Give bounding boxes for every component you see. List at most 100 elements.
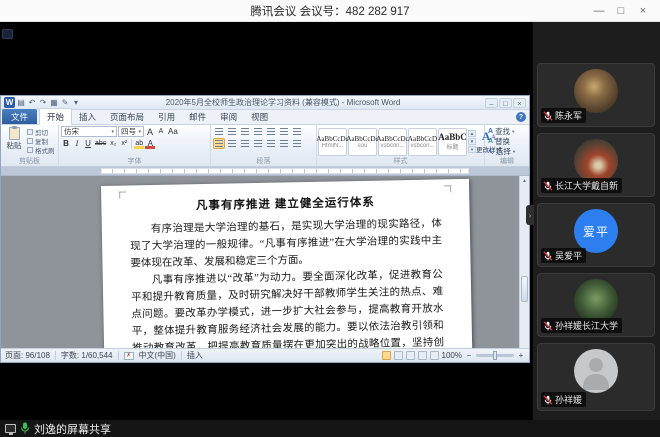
divider — [55, 351, 56, 360]
style-card[interactable]: AaBbC 标题 — [438, 128, 467, 156]
numbering-button[interactable] — [226, 126, 238, 137]
participant-tile[interactable]: 爱平 吴爱平 — [537, 203, 655, 267]
find-button[interactable]: A查找▾ — [488, 127, 529, 136]
gallery-more-icon[interactable]: ▾ — [468, 146, 476, 153]
sidebar-collapse-handle[interactable]: › — [526, 205, 534, 225]
strikethrough-button[interactable]: abc — [94, 138, 107, 149]
multilevel-list-button[interactable] — [239, 126, 251, 137]
word-restore-icon[interactable]: □ — [499, 98, 512, 108]
change-case-button[interactable]: Aa — [167, 126, 179, 137]
styles-group-label[interactable]: 样式 — [317, 157, 484, 166]
shrink-font-button[interactable]: A — [156, 126, 166, 137]
tab-mailings[interactable]: 邮件 — [182, 109, 213, 124]
grow-font-button[interactable]: A — [145, 126, 155, 137]
language-indicator[interactable]: 中文(中国) — [139, 350, 176, 361]
zoom-out-icon[interactable]: − — [465, 351, 473, 360]
decrease-indent-button[interactable] — [252, 126, 264, 137]
distribute-button[interactable] — [265, 138, 277, 149]
highlight-color-button[interactable]: ab — [134, 138, 144, 149]
view-fullscreen-button[interactable] — [394, 351, 403, 360]
close-icon[interactable]: × — [632, 5, 654, 17]
sort-button[interactable] — [278, 126, 290, 137]
tab-references[interactable]: 引用 — [151, 109, 182, 124]
font-color-button[interactable]: A — [145, 138, 155, 149]
view-web-layout-button[interactable] — [406, 351, 415, 360]
show-marks-button[interactable] — [291, 126, 303, 137]
edit-icon[interactable]: ✎ — [60, 97, 70, 108]
print-preview-icon[interactable]: ▦ — [49, 97, 59, 108]
style-gallery-arrows: ▲ ▼ ▾ — [468, 130, 476, 153]
bold-button[interactable]: B — [61, 138, 71, 149]
participant-tile[interactable]: 陈永军 — [537, 63, 655, 127]
maximize-icon[interactable]: □ — [610, 5, 632, 17]
paste-button[interactable]: 粘贴 — [3, 127, 25, 157]
underline-button[interactable]: U — [83, 138, 93, 149]
word-close-icon[interactable]: × — [513, 98, 526, 108]
qat-dropdown-icon[interactable]: ▾ — [71, 97, 81, 108]
participant-tile[interactable]: 孙祥媛 — [537, 343, 655, 411]
minimize-icon[interactable]: — — [588, 5, 610, 17]
style-card[interactable]: AaBbCcDc sou — [348, 128, 377, 156]
zoom-in-icon[interactable]: + — [517, 351, 525, 360]
word-minimize-icon[interactable]: – — [485, 98, 498, 108]
format-painter-button[interactable]: 格式刷 — [27, 146, 55, 154]
insert-mode-indicator[interactable]: 插入 — [187, 350, 203, 361]
superscript-button[interactable]: x² — [119, 138, 129, 149]
scrollbar-thumb[interactable] — [521, 276, 528, 302]
style-card[interactable]: AaBbCcDc vsbcon... — [378, 128, 407, 156]
subscript-button[interactable]: x₂ — [108, 138, 118, 149]
replace-button[interactable]: A替换 — [488, 137, 529, 146]
gallery-up-icon[interactable]: ▲ — [468, 130, 476, 137]
tab-insert[interactable]: 插入 — [72, 109, 103, 124]
borders-button[interactable] — [291, 138, 303, 149]
tab-page-layout[interactable]: 页面布局 — [103, 109, 151, 124]
font-group-label[interactable]: 字体 — [59, 157, 210, 166]
document-page[interactable]: 凡事有序推进 建立健全运行体系 有序治理是大学治理的基石，是实现大学治理的现实路… — [101, 179, 473, 348]
increase-indent-button[interactable] — [265, 126, 277, 137]
align-right-button[interactable] — [252, 138, 264, 149]
page-indicator[interactable]: 页面: 96/108 — [5, 350, 50, 361]
zoom-slider-thumb[interactable] — [493, 351, 497, 360]
font-name-select[interactable]: 仿宋▾ — [61, 126, 117, 137]
tab-view[interactable]: 视图 — [244, 109, 275, 124]
italic-button[interactable]: I — [72, 138, 82, 149]
justify-button[interactable] — [213, 138, 225, 149]
undo-icon[interactable]: ↶ — [27, 97, 37, 108]
zoom-level[interactable]: 100% — [442, 351, 462, 360]
view-draft-button[interactable] — [430, 351, 439, 360]
view-outline-button[interactable] — [418, 351, 427, 360]
chevron-down-icon: ▾ — [138, 129, 141, 135]
vertical-scrollbar[interactable]: ▲ — [519, 176, 529, 348]
gallery-down-icon[interactable]: ▼ — [468, 138, 476, 145]
help-icon[interactable]: ? — [516, 112, 526, 122]
save-icon[interactable]: ▤ — [16, 97, 26, 108]
sharing-label: 刘逸的屏幕共享 — [34, 421, 111, 437]
editing-group-label[interactable]: 编辑 — [485, 157, 529, 166]
proofing-icon[interactable]: ✗ — [124, 352, 134, 360]
style-card[interactable]: AaBbCcD vsbcon... — [408, 128, 437, 156]
copy-button[interactable]: 复制 — [27, 137, 55, 145]
line-spacing-button[interactable] — [278, 138, 290, 149]
style-name: vsbcon... — [380, 143, 404, 149]
tab-review[interactable]: 审阅 — [213, 109, 244, 124]
scroll-up-icon[interactable]: ▲ — [520, 176, 529, 184]
cut-button[interactable]: 剪切 — [27, 128, 55, 136]
participant-tile[interactable]: 孙祥媛长江大学 — [537, 273, 655, 337]
word-count[interactable]: 字数: 1/60,544 — [61, 350, 113, 361]
word-logo-icon[interactable]: W — [4, 97, 15, 108]
select-button[interactable]: ↖选择▾ — [488, 147, 529, 156]
horizontal-ruler[interactable] — [1, 167, 529, 176]
redo-icon[interactable]: ↷ — [38, 97, 48, 108]
paragraph-group-label[interactable]: 段落 — [211, 157, 316, 166]
align-left-button[interactable] — [226, 138, 238, 149]
clipboard-group-label[interactable]: 剪贴板 — [1, 157, 58, 166]
tab-file[interactable]: 文件 — [2, 109, 37, 124]
zoom-slider[interactable] — [476, 354, 514, 357]
align-center-button[interactable] — [239, 138, 251, 149]
bullets-button[interactable] — [213, 126, 225, 137]
view-print-layout-button[interactable] — [382, 351, 391, 360]
participant-tile[interactable]: 长江大学戴自新 — [537, 133, 655, 197]
tab-home[interactable]: 开始 — [39, 108, 72, 125]
font-size-select[interactable]: 四号▾ — [118, 126, 144, 137]
style-card[interactable]: AaBbCcDc HtmlN... — [318, 128, 347, 156]
